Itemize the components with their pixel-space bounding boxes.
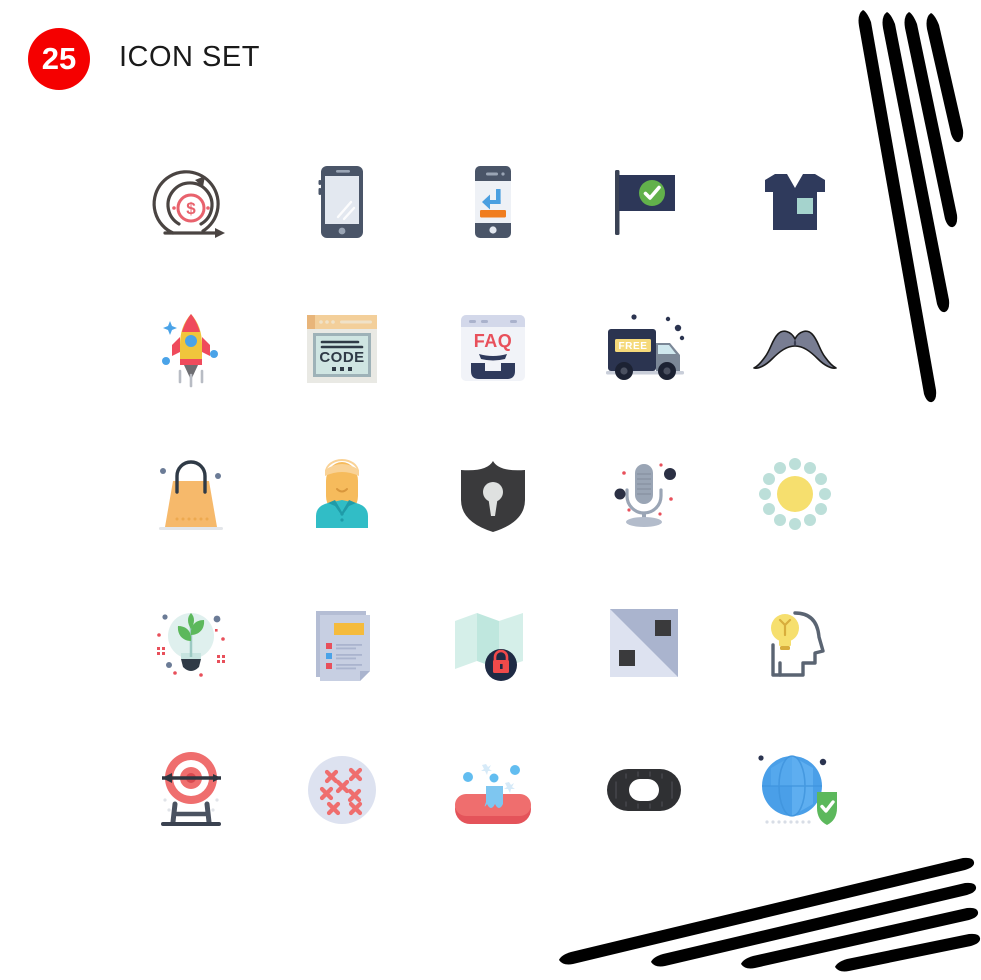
map-lock-icon bbox=[454, 612, 523, 681]
svg-text:FAQ: FAQ bbox=[473, 331, 512, 351]
icon-cell-person-avatar[interactable]: Person Avatar bbox=[266, 422, 417, 569]
icon-cell-head-idea[interactable]: Creative Mind bbox=[719, 569, 870, 716]
tire-oval-icon bbox=[606, 768, 681, 811]
svg-text:CODE: CODE bbox=[319, 349, 364, 366]
icon-cell-sun-dots[interactable]: Sun bbox=[719, 422, 870, 569]
icon-cell-rocket-launch[interactable]: Rocket Launch bbox=[115, 275, 266, 422]
eco-lightbulb-icon bbox=[156, 612, 225, 677]
mustache-icon bbox=[752, 329, 837, 369]
icon-cell-germs-circle[interactable]: Germs bbox=[266, 716, 417, 863]
icon-cell-tire-oval[interactable]: Tire bbox=[568, 716, 719, 863]
shopping-bag-icon bbox=[158, 459, 223, 530]
free-delivery-truck-icon: FREE bbox=[605, 313, 684, 380]
document-checklist-icon bbox=[315, 610, 370, 681]
scrubs-uniform-icon bbox=[764, 173, 825, 230]
soap-bubbles-icon bbox=[454, 763, 531, 824]
germs-circle-icon bbox=[307, 755, 376, 824]
page-title: ICON SET bbox=[119, 41, 260, 73]
globe-secure-icon bbox=[757, 754, 837, 825]
icon-cell-mustache[interactable]: Mustache bbox=[719, 275, 870, 422]
icon-cell-security-shield[interactable]: Security Shield bbox=[417, 422, 568, 569]
agile-money-cycle-icon: $ bbox=[152, 169, 225, 238]
security-shield-icon bbox=[460, 460, 525, 532]
icon-grid: Agile Money Cycle $ Smartphone bbox=[115, 128, 870, 863]
icon-cell-mobile-download[interactable]: Mobile Download bbox=[417, 128, 568, 275]
decorative-strokes-bottom-right bbox=[559, 857, 981, 972]
svg-text:FREE: FREE bbox=[618, 341, 647, 352]
smartphone-icon bbox=[318, 165, 363, 238]
sun-dots-icon bbox=[758, 457, 831, 530]
icon-cell-soap-bubbles[interactable]: Soap Bubbles bbox=[417, 716, 568, 863]
icon-cell-globe-secure[interactable]: Secure Globe bbox=[719, 716, 870, 863]
person-avatar-icon bbox=[315, 458, 368, 528]
icon-cell-smartphone[interactable]: Smartphone bbox=[266, 128, 417, 275]
icon-cell-diagonal-split-square[interactable]: Diagonal Split Square bbox=[568, 569, 719, 716]
flag-check-icon bbox=[614, 169, 675, 235]
icon-cell-scrubs-uniform[interactable]: Scrubs Uniform bbox=[719, 128, 870, 275]
rocket-launch-icon bbox=[161, 313, 218, 387]
icon-cell-code-window[interactable]: Code Window CODE bbox=[266, 275, 417, 422]
icon-cell-shopping-bag[interactable]: Shopping Bag bbox=[115, 422, 266, 569]
target-arrow-icon bbox=[160, 751, 221, 826]
svg-text:$: $ bbox=[186, 199, 196, 218]
icon-cell-map-lock[interactable]: Map Locked bbox=[417, 569, 568, 716]
head-idea-icon bbox=[770, 610, 825, 677]
icon-cell-agile-money-cycle[interactable]: Agile Money Cycle $ bbox=[115, 128, 266, 275]
icon-cell-microphone[interactable]: Microphone bbox=[568, 422, 719, 569]
microphone-icon bbox=[614, 462, 676, 527]
code-window-icon: CODE bbox=[306, 314, 377, 383]
icon-cell-eco-lightbulb[interactable]: Eco Idea Bulb bbox=[115, 569, 266, 716]
faq-window-icon: FAQ bbox=[460, 314, 525, 381]
icon-count-badge: 25 bbox=[28, 28, 90, 90]
icon-cell-free-delivery-truck[interactable]: Free Delivery Truck FREE bbox=[568, 275, 719, 422]
icon-cell-faq-window[interactable]: FAQ Support FAQ bbox=[417, 275, 568, 422]
page-header: 25 ICON SET bbox=[0, 0, 981, 115]
icon-cell-target-arrow[interactable]: Target Arrow bbox=[115, 716, 266, 863]
icon-cell-flag-check[interactable]: Flag Approved bbox=[568, 128, 719, 275]
diagonal-split-square-icon bbox=[609, 608, 678, 677]
icon-cell-document-checklist[interactable]: Document Checklist bbox=[266, 569, 417, 716]
mobile-download-icon bbox=[474, 165, 511, 238]
